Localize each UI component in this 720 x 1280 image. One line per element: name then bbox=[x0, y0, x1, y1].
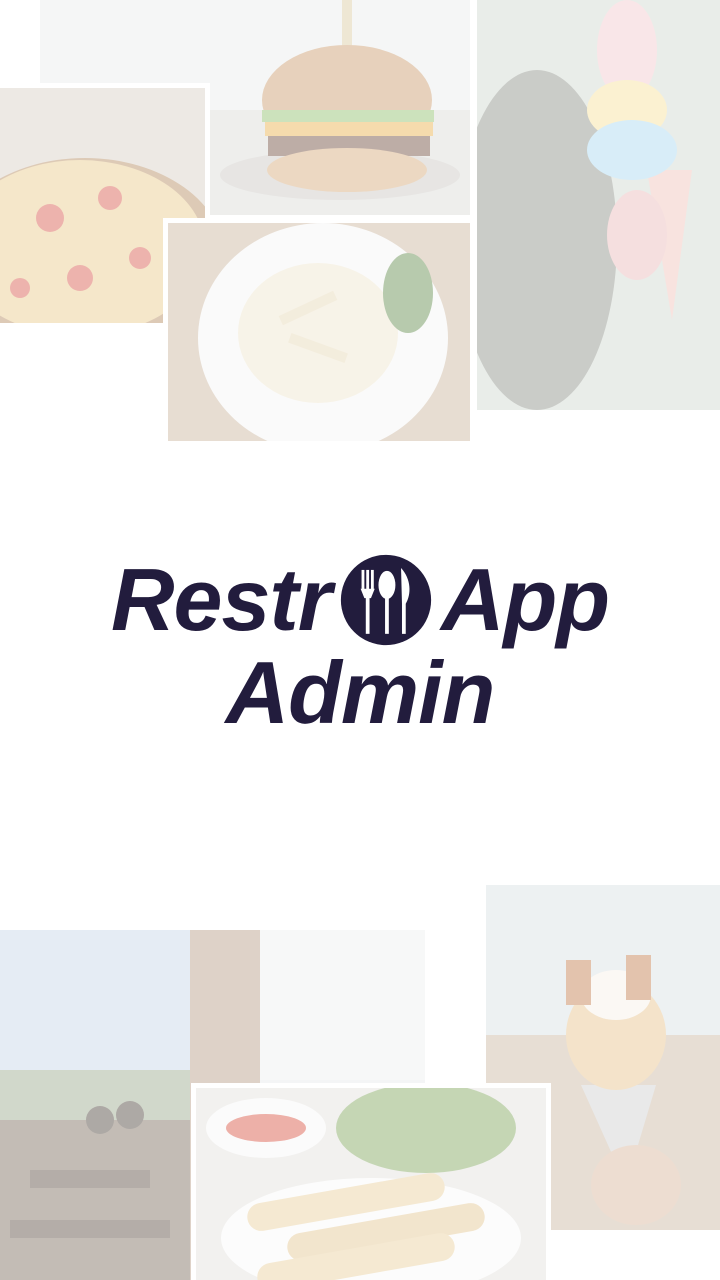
splash-screen: Restr App Admin bbox=[0, 0, 720, 1280]
ice-cream-image bbox=[477, 0, 720, 410]
pasta-image bbox=[168, 223, 470, 441]
logo-text-app: App bbox=[440, 550, 610, 649]
logo-text-restr: Restr bbox=[110, 550, 332, 649]
spring-rolls-image bbox=[196, 1088, 546, 1280]
logo-text-admin: Admin bbox=[225, 643, 496, 742]
app-logo: Restr App Admin bbox=[0, 545, 720, 737]
fork-spoon-knife-icon bbox=[340, 554, 432, 646]
